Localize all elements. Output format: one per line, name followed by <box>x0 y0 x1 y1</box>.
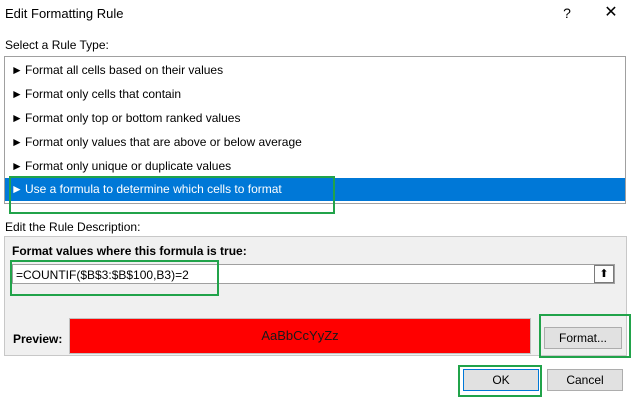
arrow-right-icon: ► <box>11 135 23 149</box>
formula-label: Format values where this formula is true… <box>12 244 247 258</box>
formula-input[interactable]: =COUNTIF($B$3:$B$100,B3)=2 <box>12 264 615 284</box>
rule-item[interactable]: ► Format only top or bottom ranked values <box>5 107 625 130</box>
title-bar: Edit Formatting Rule ? ✕ <box>0 0 639 28</box>
rule-item-label: Format only values that are above or bel… <box>25 135 302 149</box>
help-icon[interactable]: ? <box>556 2 578 24</box>
rule-item-selected[interactable]: ► Use a formula to determine which cells … <box>5 178 625 201</box>
cancel-button[interactable]: Cancel <box>547 369 623 391</box>
rule-item[interactable]: ► Format only values that are above or be… <box>5 131 625 154</box>
collapse-dialog-icon[interactable]: ⬆ <box>594 265 614 283</box>
arrow-right-icon: ► <box>11 63 23 77</box>
rule-item-label: Format all cells based on their values <box>25 63 224 77</box>
rule-item[interactable]: ► Format only unique or duplicate values <box>5 155 625 178</box>
rule-description-label: Edit the Rule Description: <box>5 220 141 234</box>
arrow-right-icon: ► <box>11 87 23 101</box>
rule-item[interactable]: ► Format all cells based on their values <box>5 59 625 82</box>
arrow-right-icon: ► <box>11 182 23 196</box>
preview-label: Preview: <box>13 332 63 346</box>
format-button[interactable]: Format... <box>544 327 622 349</box>
close-icon[interactable]: ✕ <box>598 2 624 24</box>
rule-item-label: Format only cells that contain <box>25 87 182 101</box>
preview-box: AaBbCcYyZz <box>69 318 531 354</box>
rule-item-label: Format only top or bottom ranked values <box>25 111 241 125</box>
rule-item-label: Use a formula to determine which cells t… <box>25 182 282 196</box>
ok-button[interactable]: OK <box>463 369 539 391</box>
rule-item-label: Format only unique or duplicate values <box>25 159 232 173</box>
dialog-title: Edit Formatting Rule <box>5 6 124 21</box>
arrow-right-icon: ► <box>11 111 23 125</box>
rule-item[interactable]: ► Format only cells that contain <box>5 83 625 106</box>
arrow-right-icon: ► <box>11 159 23 173</box>
rule-type-list[interactable]: ► Format all cells based on their values … <box>4 56 626 204</box>
rule-type-label: Select a Rule Type: <box>5 38 109 52</box>
